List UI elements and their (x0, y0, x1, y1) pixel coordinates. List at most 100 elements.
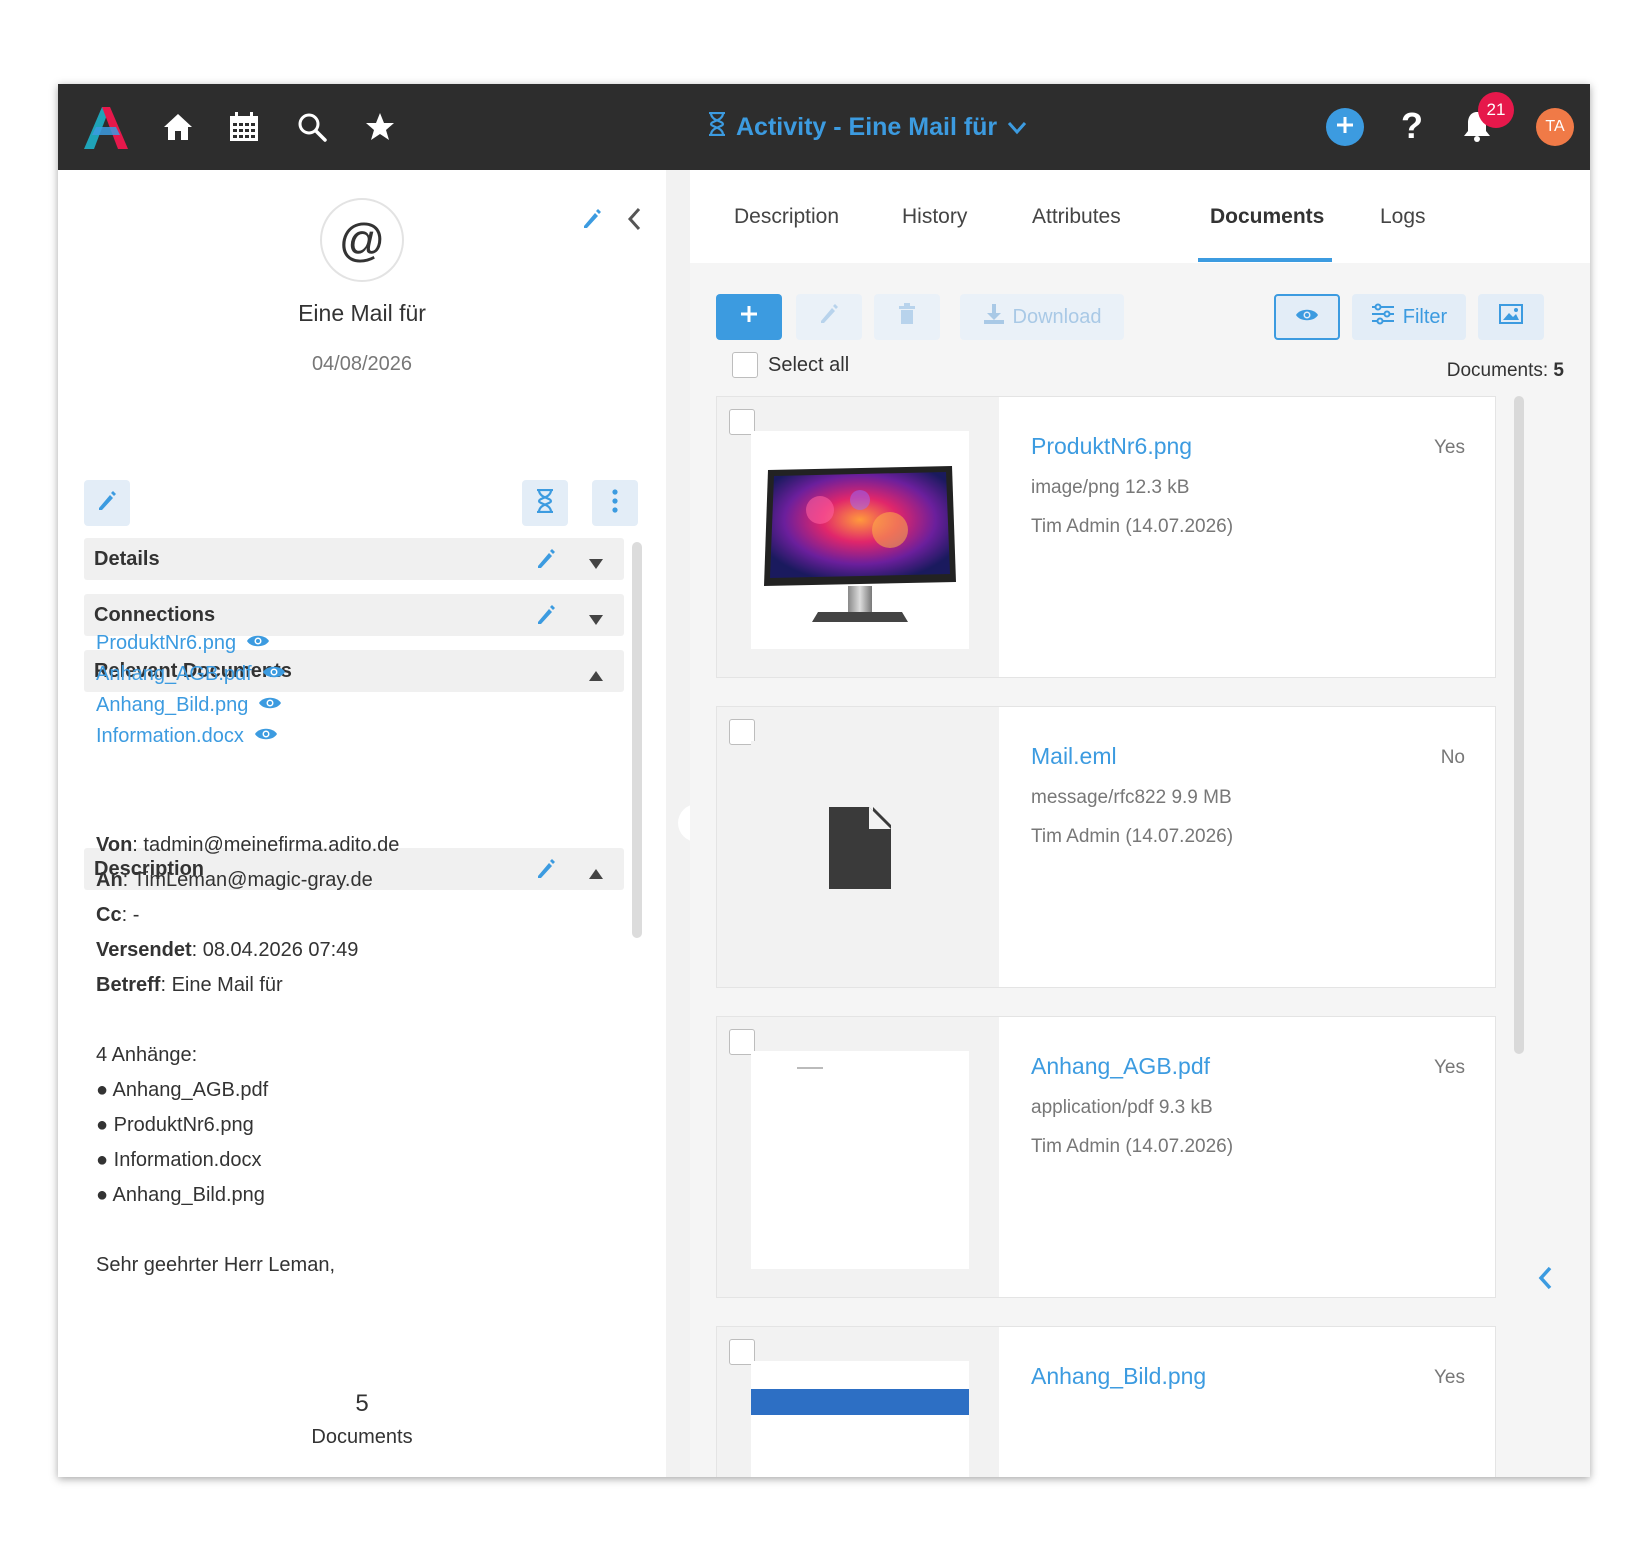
left-panel-scrollbar[interactable] (632, 542, 642, 938)
document-mime-size: application/pdf 9.3 kB (1031, 1097, 1213, 1118)
relevant-document-link[interactable]: ProduktNr6.png (96, 628, 286, 659)
pencil-icon (818, 303, 840, 331)
mail-activity-icon: @ (320, 198, 404, 282)
section-connections-label: Connections (94, 603, 216, 626)
tab-logs[interactable]: Logs (1380, 170, 1426, 263)
activity-title-dropdown[interactable]: Activity - Eine Mail für (708, 108, 1027, 146)
select-all-checkbox[interactable]: Select all (732, 352, 849, 378)
star-icon[interactable] (362, 109, 398, 145)
adito-logo-icon[interactable] (80, 102, 130, 152)
eye-icon[interactable] (246, 632, 270, 655)
help-button[interactable]: ? (1394, 106, 1430, 146)
relevant-document-link[interactable]: Anhang_AGB.pdf (96, 659, 286, 690)
document-relevant-flag: Yes (1434, 1057, 1465, 1078)
section-details[interactable]: Details (84, 538, 624, 580)
checkbox[interactable] (732, 352, 758, 378)
document-thumbnail-image[interactable] (751, 1361, 969, 1477)
relevant-document-link[interactable]: Anhang_Bild.png (96, 690, 286, 721)
filter-button[interactable]: Filter (1352, 294, 1466, 340)
kebab-menu-icon (612, 488, 618, 518)
description-line: Sehr geehrter Herr Leman, (96, 1254, 336, 1276)
image-view-button[interactable] (1478, 294, 1544, 340)
document-card[interactable]: Anhang_Bild.png Yes (716, 1326, 1496, 1477)
active-tab-indicator (1198, 258, 1332, 262)
chevron-left-icon (1537, 1265, 1553, 1296)
hourglass-icon (536, 488, 554, 518)
document-relevant-flag: Yes (1434, 1367, 1465, 1388)
record-subject: Eine Mail für (298, 300, 426, 326)
delete-document-button[interactable] (874, 294, 940, 340)
document-name-link[interactable]: Anhang_Bild.png (1031, 1363, 1206, 1390)
document-thumbnail-monitor[interactable] (751, 431, 969, 649)
home-icon[interactable] (160, 109, 196, 145)
documents-count: Documents: 5 (1447, 360, 1564, 382)
tab-history[interactable]: History (902, 170, 967, 263)
create-new-button[interactable] (1326, 108, 1364, 146)
preview-toggle-button[interactable] (1274, 294, 1340, 340)
description-line: ● Information.docx (96, 1149, 262, 1171)
documents-panel: Description History Attributes Documents… (690, 170, 1590, 1477)
document-card[interactable]: Mail.eml message/rfc822 9.9 MB Tim Admin… (716, 706, 1496, 988)
search-icon[interactable] (294, 109, 330, 145)
plus-icon (1335, 115, 1355, 140)
description-line: Betreff: Eine Mail für (96, 974, 283, 996)
download-button[interactable]: Download (960, 294, 1124, 340)
select-all-label: Select all (768, 353, 850, 376)
sliders-icon (1371, 303, 1395, 331)
page-title: Activity - Eine Mail für (736, 112, 998, 141)
calendar-icon[interactable] (226, 109, 262, 145)
record-summary-panel: @ Eine Mail für 04/08/2026 Details Conne… (58, 170, 666, 1477)
documents-scrollbar[interactable] (1514, 396, 1524, 1054)
document-name-link[interactable]: Mail.eml (1031, 743, 1117, 770)
relevant-document-link[interactable]: Information.docx (96, 721, 286, 752)
notification-count-badge: 21 (1478, 92, 1514, 128)
document-name-link[interactable]: ProduktNr6.png (1031, 433, 1192, 460)
document-card[interactable]: Anhang_AGB.pdf application/pdf 9.3 kB Ti… (716, 1016, 1496, 1298)
pencil-icon[interactable] (536, 548, 556, 576)
eye-icon (1295, 306, 1319, 329)
description-line: ● Anhang_Bild.png (96, 1184, 265, 1206)
description-line (96, 1003, 399, 1038)
pencil-icon[interactable] (536, 858, 556, 886)
record-date: 04/08/2026 (311, 353, 413, 375)
plus-icon (739, 304, 759, 330)
description-line: Von: tadmin@meinefirma.adito.de (96, 834, 400, 856)
relevant-document-name: Anhang_Bild.png (96, 694, 249, 716)
eye-icon[interactable] (262, 663, 286, 686)
document-thumbnail-file[interactable] (751, 741, 969, 959)
document-mime-size: message/rfc822 9.9 MB (1031, 787, 1232, 808)
documents-count-value: 5 (1553, 360, 1564, 381)
relevant-document-name: Anhang_AGB.pdf (96, 663, 252, 685)
document-name-link[interactable]: Anhang_AGB.pdf (1031, 1053, 1210, 1080)
pencil-icon[interactable] (536, 604, 556, 632)
caret-down-icon (588, 609, 604, 632)
document-relevant-flag: Yes (1434, 437, 1465, 458)
activity-status-button[interactable] (522, 480, 568, 526)
collapse-panel-chevron-left-icon[interactable] (626, 206, 642, 237)
tab-documents[interactable]: Documents (1210, 170, 1324, 263)
more-options-button[interactable] (592, 480, 638, 526)
tab-attributes[interactable]: Attributes (1032, 170, 1121, 263)
add-document-button[interactable] (716, 294, 782, 340)
edit-record-button[interactable] (84, 480, 130, 526)
caret-down-icon (588, 553, 604, 576)
user-avatar[interactable]: TA (1536, 108, 1574, 146)
open-side-panel-button[interactable] (1532, 1260, 1558, 1300)
app-window: Activity - Eine Mail für ? 21 TA @ Eine (58, 84, 1590, 1477)
pencil-icon (97, 490, 117, 517)
description-line: An: TimLeman@magic-gray.de (96, 869, 373, 891)
document-thumbnail-pdf[interactable] (751, 1051, 969, 1269)
documents-count-number: 5 (355, 1390, 369, 1417)
description-line (96, 1213, 399, 1248)
description-body: Von: tadmin@meinefirma.adito.de An: TimL… (96, 828, 399, 1283)
document-card[interactable]: ProduktNr6.png image/png 12.3 kB Tim Adm… (716, 396, 1496, 678)
description-line: Versendet: 08.04.2026 07:49 (96, 939, 359, 961)
description-line: ● ProduktNr6.png (96, 1114, 254, 1136)
edit-document-button[interactable] (796, 294, 862, 340)
relevant-document-name: Information.docx (96, 725, 244, 747)
caret-up-icon (588, 665, 604, 688)
eye-icon[interactable] (254, 725, 278, 748)
pencil-icon[interactable] (582, 208, 602, 235)
tab-description[interactable]: Description (734, 170, 839, 263)
eye-icon[interactable] (258, 694, 282, 717)
